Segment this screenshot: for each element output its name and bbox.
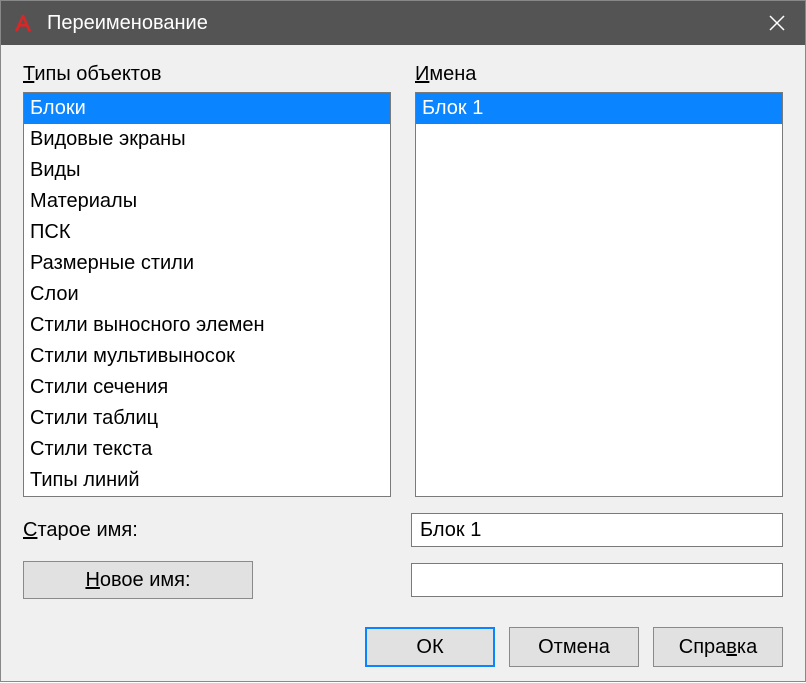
names-column: Имена Блок 1 xyxy=(415,63,783,497)
list-item[interactable]: Видовые экраны xyxy=(24,124,390,155)
old-name-input[interactable] xyxy=(411,513,783,547)
list-item[interactable]: Стили выносного элемен xyxy=(24,310,390,341)
list-item[interactable]: Блок 1 xyxy=(416,93,782,124)
close-icon xyxy=(769,15,785,31)
list-item[interactable]: Стили таблиц xyxy=(24,403,390,434)
list-item[interactable]: ПСК xyxy=(24,217,390,248)
cancel-button[interactable]: Отмена xyxy=(509,627,639,667)
list-item[interactable]: Типы линий xyxy=(24,465,390,496)
object-types-listbox[interactable]: БлокиВидовые экраныВидыМатериалыПСКРазме… xyxy=(23,92,391,497)
list-item[interactable]: Стили мультивыносок xyxy=(24,341,390,372)
object-types-column: Типы объектов БлокиВидовые экраныВидыМат… xyxy=(23,63,391,497)
list-item[interactable]: Стили текста xyxy=(24,434,390,465)
dialog-body: Типы объектов БлокиВидовые экраныВидыМат… xyxy=(1,45,805,683)
columns: Типы объектов БлокиВидовые экраныВидыМат… xyxy=(23,63,783,497)
new-name-label-cell: Новое имя: xyxy=(23,561,387,599)
old-name-row: Старое имя: xyxy=(23,513,783,547)
names-listbox[interactable]: Блок 1 xyxy=(415,92,783,497)
ok-button[interactable]: ОК xyxy=(365,627,495,667)
list-item[interactable]: Виды xyxy=(24,155,390,186)
names-label: Имена xyxy=(415,63,783,86)
window-title: Переименование xyxy=(47,12,749,35)
object-types-label: Типы объектов xyxy=(23,63,391,86)
autocad-icon xyxy=(11,11,35,35)
list-item[interactable]: Блоки xyxy=(24,93,390,124)
list-item[interactable]: Слои xyxy=(24,279,390,310)
new-name-button[interactable]: Новое имя: xyxy=(23,561,253,599)
old-name-label: Старое имя: xyxy=(23,519,387,542)
list-item[interactable]: Стили сечения xyxy=(24,372,390,403)
help-button[interactable]: Справка xyxy=(653,627,783,667)
list-item[interactable]: Размерные стили xyxy=(24,248,390,279)
new-name-input[interactable] xyxy=(411,563,783,597)
list-item[interactable]: Материалы xyxy=(24,186,390,217)
rename-dialog: Переименование Типы объектов БлокиВидовы… xyxy=(0,0,806,682)
new-name-row: Новое имя: xyxy=(23,561,783,599)
bottom-section: Старое имя: Новое имя: ОК Отмена xyxy=(23,513,783,667)
titlebar: Переименование xyxy=(1,1,805,45)
close-button[interactable] xyxy=(749,1,805,45)
dialog-buttons: ОК Отмена Справка xyxy=(23,627,783,667)
